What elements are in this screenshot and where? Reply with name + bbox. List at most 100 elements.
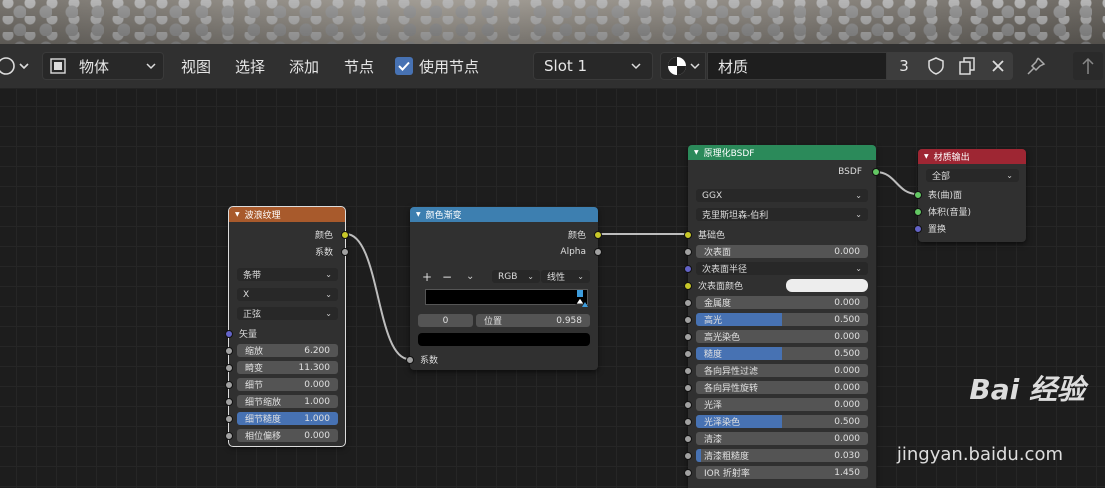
input-socket[interactable]	[684, 384, 692, 392]
material-name-field[interactable]: 材质	[707, 52, 887, 80]
input-socket[interactable]	[684, 265, 692, 273]
output-socket-color[interactable]	[341, 231, 349, 239]
input-socket[interactable]	[684, 367, 692, 375]
input-socket[interactable]	[225, 415, 233, 423]
sheen-tint-field[interactable]: 光泽染色 0.500	[696, 415, 868, 428]
stop-position-field[interactable]: 位置 0.958	[476, 314, 590, 327]
use-nodes-toggle[interactable]: 使用节点	[395, 52, 479, 80]
checkbox-checked-icon[interactable]	[395, 57, 413, 75]
add-stop-button[interactable]: +	[422, 270, 432, 284]
input-socket[interactable]	[684, 435, 692, 443]
specular-field[interactable]: 高光 0.500	[696, 313, 868, 326]
node-header[interactable]: ▼ 材质输出	[918, 149, 1026, 164]
input-socket[interactable]	[684, 248, 692, 256]
output-socket-alpha[interactable]	[594, 248, 602, 256]
roughness-field[interactable]: 糙度 0.500	[696, 347, 868, 360]
ramp-menu-chevron[interactable]: ⌄	[466, 270, 474, 283]
menu-add[interactable]: 添加	[283, 52, 325, 80]
menu-view[interactable]: 视图	[175, 52, 217, 80]
ior-field[interactable]: IOR 折射率 1.450	[696, 466, 868, 479]
fake-user-button[interactable]	[921, 52, 951, 80]
scale-field[interactable]: 缩放 6.200	[237, 344, 338, 357]
distortion-field[interactable]: 畸变 11.300	[237, 361, 338, 374]
select-value: GGX	[702, 190, 723, 201]
input-socket[interactable]	[684, 282, 692, 290]
wave-profile-select[interactable]: 正弦 ⌄	[237, 307, 338, 320]
interpolation-select[interactable]: 线性 ⌄	[541, 270, 590, 283]
input-socket[interactable]	[684, 469, 692, 477]
collapse-icon[interactable]: ▼	[416, 211, 421, 218]
active-stop-index[interactable]: 0	[418, 314, 473, 327]
input-socket[interactable]	[684, 350, 692, 358]
node-header[interactable]: ▼ 颜色渐变	[410, 207, 598, 222]
remove-stop-button[interactable]: −	[442, 270, 452, 284]
menu-node[interactable]: 节点	[338, 52, 380, 80]
chevron-down-icon: ⌄	[855, 191, 862, 200]
output-socket-color[interactable]	[594, 231, 602, 239]
collapse-icon[interactable]: ▼	[235, 211, 240, 218]
detail-roughness-field[interactable]: 细节糙度 1.000	[237, 412, 338, 425]
editor-type-button[interactable]	[0, 52, 32, 80]
detail-field[interactable]: 细节 0.000	[237, 378, 338, 391]
input-socket[interactable]	[225, 381, 233, 389]
input-socket[interactable]	[225, 432, 233, 440]
input-socket-fac[interactable]	[406, 356, 414, 364]
principled-bsdf-node[interactable]: ▼ 原理化BSDF BSDF GGX ⌄ 克里斯坦森-伯利 ⌄ 基础色 次表面 0.00…	[684, 145, 880, 488]
subsurface-radius-select[interactable]: 次表面半径 ⌄	[696, 262, 868, 275]
color-ramp-gradient[interactable]	[425, 289, 588, 305]
distribution-select[interactable]: GGX ⌄	[696, 189, 868, 202]
output-socket-bsdf[interactable]	[872, 168, 880, 176]
slot-dropdown[interactable]: Slot 1	[533, 52, 653, 80]
input-socket[interactable]	[684, 299, 692, 307]
object-mode-dropdown[interactable]: 物体	[42, 52, 164, 80]
input-socket-displacement[interactable]	[914, 225, 922, 233]
input-socket[interactable]	[225, 364, 233, 372]
input-socket-vector[interactable]	[225, 330, 233, 338]
input-socket[interactable]	[684, 418, 692, 426]
color-stop-handle[interactable]	[574, 290, 588, 311]
node-editor-canvas[interactable]: ▼ 波浪纹理 颜色 系数 条带 ⌄ X ⌄ 正弦 ⌄ 矢量 缩放 6.200 畸变 11.3…	[0, 89, 1105, 488]
menu-select[interactable]: 选择	[229, 52, 271, 80]
collapse-icon[interactable]: ▼	[924, 153, 929, 160]
input-socket-base-color[interactable]	[684, 231, 692, 239]
collapse-icon[interactable]: ▼	[694, 149, 699, 156]
wave-texture-node[interactable]: ▼ 波浪纹理 颜色 系数 条带 ⌄ X ⌄ 正弦 ⌄ 矢量 缩放 6.200 畸变 11.3…	[225, 206, 349, 447]
subsurface-field[interactable]: 次表面 0.000	[696, 245, 868, 258]
input-socket-surface[interactable]	[914, 191, 922, 199]
color-ramp-node[interactable]: ▼ 颜色渐变 颜色 Alpha + − ⌄ RGB ⌄ 线性 ⌄ 0 位置 0.958 …	[406, 207, 602, 370]
input-socket[interactable]	[225, 347, 233, 355]
subsurface-method-select[interactable]: 克里斯坦森-伯利 ⌄	[696, 208, 868, 221]
output-target-select[interactable]: 全部 ⌄	[926, 169, 1019, 182]
subsurface-color-swatch[interactable]	[786, 279, 868, 292]
duplicate-material-button[interactable]	[951, 52, 983, 80]
pin-button[interactable]	[1022, 52, 1050, 80]
wave-axis-select[interactable]: X ⌄	[237, 288, 338, 301]
stop-color-swatch[interactable]	[418, 333, 590, 346]
clearcoat-field[interactable]: 清漆 0.000	[696, 432, 868, 445]
input-socket[interactable]	[225, 398, 233, 406]
phase-offset-field[interactable]: 相位偏移 0.000	[237, 429, 338, 442]
input-socket[interactable]	[684, 333, 692, 341]
metallic-field[interactable]: 金属度 0.000	[696, 296, 868, 309]
material-output-node[interactable]: ▼ 材质输出 全部 ⌄ 表(曲)面 体积(音量) 置换	[914, 149, 1026, 242]
color-mode-select[interactable]: RGB ⌄	[492, 270, 540, 283]
unlink-material-button[interactable]	[983, 52, 1013, 80]
select-value: 克里斯坦森-伯利	[702, 211, 769, 221]
parent-node-tree-button[interactable]	[1073, 52, 1103, 80]
input-socket-volume[interactable]	[914, 208, 922, 216]
node-header[interactable]: ▼ 原理化BSDF	[688, 145, 876, 160]
node-header[interactable]: ▼ 波浪纹理	[229, 207, 345, 222]
input-socket[interactable]	[684, 452, 692, 460]
anisotropic-rotation-field[interactable]: 各向异性旋转 0.000	[696, 381, 868, 394]
clearcoat-roughness-field[interactable]: 清漆粗糙度 0.030	[696, 449, 868, 462]
material-browse-button[interactable]	[660, 52, 706, 80]
output-socket-fac[interactable]	[341, 248, 349, 256]
specular-tint-field[interactable]: 高光染色 0.000	[696, 330, 868, 343]
anisotropic-field[interactable]: 各向异性过滤 0.000	[696, 364, 868, 377]
wave-type-select[interactable]: 条带 ⌄	[237, 268, 338, 281]
detail-scale-field[interactable]: 细节缩放 1.000	[237, 395, 338, 408]
sheen-field[interactable]: 光泽 0.000	[696, 398, 868, 411]
user-count[interactable]: 3	[887, 52, 921, 80]
input-socket[interactable]	[684, 316, 692, 324]
input-socket[interactable]	[684, 401, 692, 409]
